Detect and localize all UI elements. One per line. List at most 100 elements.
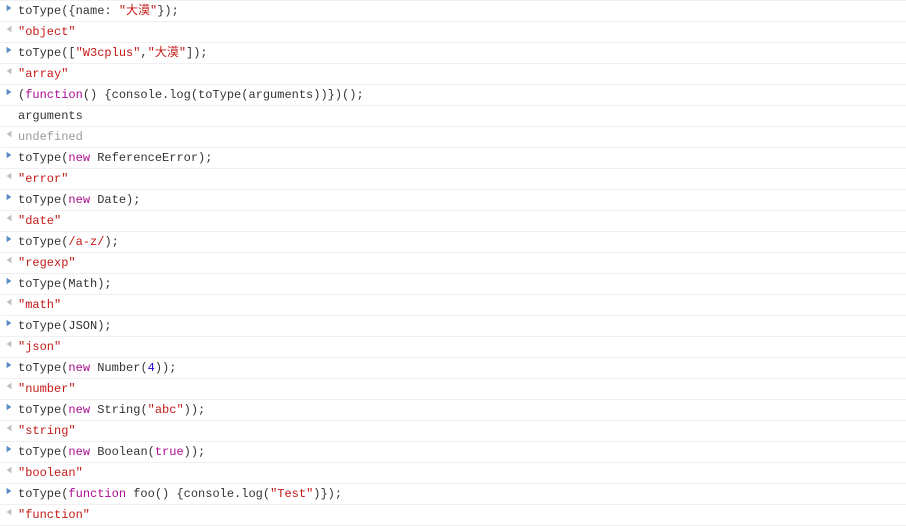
console-line-content: toType(/a-z/); — [18, 234, 906, 250]
output-arrow-icon — [0, 339, 18, 348]
output-arrow-icon — [0, 507, 18, 516]
output-arrow-icon — [0, 24, 18, 33]
code-token: new — [68, 403, 90, 417]
code-token: () {console.log(toType(arguments))})(); — [83, 88, 364, 102]
code-token: )); — [184, 403, 206, 417]
console-line-content: "number" — [18, 381, 906, 397]
code-token: Date); — [90, 193, 140, 207]
output-arrow-icon — [0, 171, 18, 180]
code-token: toType( — [18, 403, 68, 417]
console-log-row[interactable]: arguments — [0, 106, 906, 127]
console-line-content: undefined — [18, 129, 906, 145]
console-input-row[interactable]: toType(new Boolean(true)); — [0, 442, 906, 463]
console-output-row[interactable]: "array" — [0, 64, 906, 85]
console-line-content: toType(new ReferenceError); — [18, 150, 906, 166]
console-input-row[interactable]: toType(new String("abc")); — [0, 400, 906, 421]
console-line-content: toType(["W3cplus","大漠"]); — [18, 45, 906, 61]
code-token: "number" — [18, 382, 76, 396]
code-token: toType( — [18, 193, 68, 207]
code-token: toType([ — [18, 46, 76, 60]
code-token: ]); — [186, 46, 208, 60]
code-token: /a-z/ — [68, 235, 104, 249]
output-arrow-icon — [0, 213, 18, 222]
console-line-content: toType(new Date); — [18, 192, 906, 208]
input-arrow-icon — [0, 45, 18, 54]
console-line-content: "boolean" — [18, 465, 906, 481]
code-token: function — [68, 487, 126, 501]
code-token: "math" — [18, 298, 61, 312]
code-token: new — [68, 193, 90, 207]
output-arrow-icon — [0, 423, 18, 432]
console-output-row[interactable]: undefined — [0, 127, 906, 148]
console-line-content: (function() {console.log(toType(argument… — [18, 87, 906, 103]
console-output-row[interactable]: "math" — [0, 295, 906, 316]
input-arrow-icon — [0, 276, 18, 285]
code-token: String( — [90, 403, 148, 417]
console-output-row[interactable]: "number" — [0, 379, 906, 400]
console-line-content: arguments — [18, 108, 906, 124]
console-input-row[interactable]: toType(function foo() {console.log("Test… — [0, 484, 906, 505]
code-token: "大漠" — [148, 46, 186, 60]
console-line-content: toType(function foo() {console.log("Test… — [18, 486, 906, 502]
console-input-row[interactable]: toType(new ReferenceError); — [0, 148, 906, 169]
input-arrow-icon — [0, 444, 18, 453]
input-arrow-icon — [0, 192, 18, 201]
code-token: true — [155, 445, 184, 459]
console-line-content: toType(Math); — [18, 276, 906, 292]
console-line-content: "object" — [18, 24, 906, 40]
console-output-row[interactable]: "regexp" — [0, 253, 906, 274]
code-token: )); — [155, 361, 177, 375]
log-spacer — [0, 108, 18, 109]
input-arrow-icon — [0, 318, 18, 327]
code-token: toType( — [18, 487, 68, 501]
console-input-row[interactable]: toType(JSON); — [0, 316, 906, 337]
code-token: "json" — [18, 340, 61, 354]
code-token: "大漠" — [119, 4, 157, 18]
console-line-content: toType({name: "大漠"}); — [18, 3, 906, 19]
code-token: "function" — [18, 508, 90, 522]
code-token: ); — [104, 235, 118, 249]
console-output-row[interactable]: "boolean" — [0, 463, 906, 484]
code-token: arguments — [18, 109, 83, 123]
code-token: )}); — [313, 487, 342, 501]
console-input-row[interactable]: toType(["W3cplus","大漠"]); — [0, 43, 906, 64]
code-token: toType( — [18, 445, 68, 459]
input-arrow-icon — [0, 150, 18, 159]
console-output-row[interactable]: "function" — [0, 505, 906, 526]
code-token: new — [68, 361, 90, 375]
output-arrow-icon — [0, 297, 18, 306]
code-token: "error" — [18, 172, 68, 186]
code-token: "object" — [18, 25, 76, 39]
code-token: "Test" — [270, 487, 313, 501]
code-token: foo() {console.log( — [126, 487, 270, 501]
console-output-row[interactable]: "string" — [0, 421, 906, 442]
code-token: ReferenceError); — [90, 151, 212, 165]
console-input-row[interactable]: toType(Math); — [0, 274, 906, 295]
code-token: 4 — [148, 361, 155, 375]
console-input-row[interactable]: toType(/a-z/); — [0, 232, 906, 253]
code-token: , — [140, 46, 147, 60]
code-token: Boolean( — [90, 445, 155, 459]
console-line-content: "string" — [18, 423, 906, 439]
code-token: toType( — [18, 361, 68, 375]
console-input-row[interactable]: toType(new Date); — [0, 190, 906, 211]
console-output-row[interactable]: "object" — [0, 22, 906, 43]
input-arrow-icon — [0, 486, 18, 495]
console-output-row[interactable]: "error" — [0, 169, 906, 190]
output-arrow-icon — [0, 465, 18, 474]
code-token: "array" — [18, 67, 68, 81]
console-input-row[interactable]: toType(new Number(4)); — [0, 358, 906, 379]
code-token: toType( — [18, 235, 68, 249]
console-line-content: toType(new String("abc")); — [18, 402, 906, 418]
console-panel: toType({name: "大漠"}); "object" toType(["W3… — [0, 0, 906, 526]
console-line-content: "date" — [18, 213, 906, 229]
console-input-row[interactable]: toType({name: "大漠"}); — [0, 0, 906, 22]
code-token: "regexp" — [18, 256, 76, 270]
console-line-content: "regexp" — [18, 255, 906, 271]
console-output-row[interactable]: "json" — [0, 337, 906, 358]
output-arrow-icon — [0, 255, 18, 264]
code-token: Number( — [90, 361, 148, 375]
console-output-row[interactable]: "date" — [0, 211, 906, 232]
code-token: undefined — [18, 130, 83, 144]
console-input-row[interactable]: (function() {console.log(toType(argument… — [0, 85, 906, 106]
